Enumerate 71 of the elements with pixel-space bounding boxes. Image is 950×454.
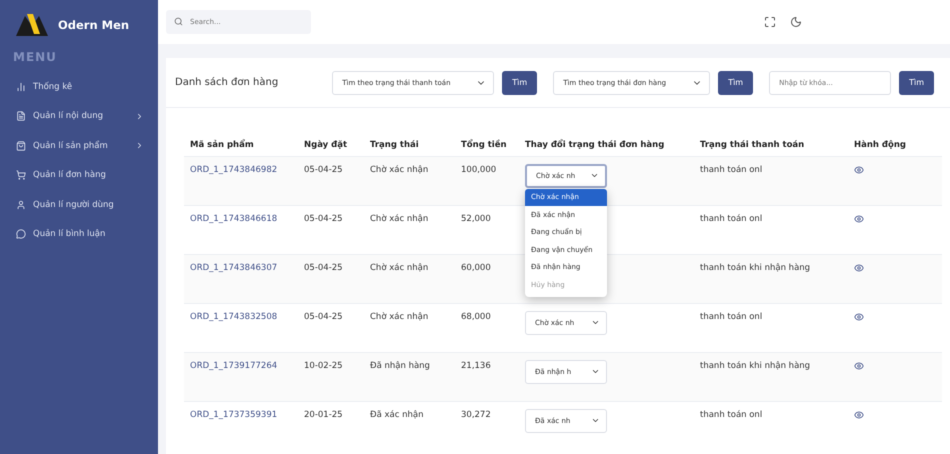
cart-icon — [16, 170, 26, 180]
table-cell: Chờ xác nhận — [364, 205, 455, 254]
table-cell: 20-01-25 — [298, 401, 364, 450]
table-cell: 05-04-25 — [298, 254, 364, 303]
column-header: Ngày đặt — [298, 132, 364, 156]
chevron-right-icon — [135, 112, 144, 121]
table-cell: thanh toán khi nhận hàng — [694, 352, 848, 401]
order-code-link[interactable]: ORD_1_1739177264 — [190, 360, 278, 370]
table-cell: 10-02-25 — [298, 352, 364, 401]
table-cell: thanh toán onl — [694, 205, 848, 254]
chevron-down-icon — [591, 416, 600, 425]
order-code-link[interactable]: ORD_1_1743832508 — [190, 312, 278, 322]
table-cell: 05-04-25 — [298, 156, 364, 205]
chat-icon — [16, 229, 26, 240]
column-header: Tổng tiền — [455, 132, 519, 156]
bag-icon — [16, 140, 26, 151]
search-button[interactable]: Tìm — [718, 70, 754, 94]
card-title: Danh sách đơn hàng — [175, 77, 278, 88]
table-cell: 60,000 — [455, 254, 519, 303]
menu-heading: MENU — [12, 49, 58, 66]
search-button[interactable]: Tìm — [502, 70, 538, 94]
view-icon[interactable] — [854, 312, 864, 322]
column-header: Hành động — [848, 132, 942, 156]
view-icon[interactable] — [854, 164, 864, 174]
order-code-link[interactable]: ORD_1_1743846618 — [190, 214, 278, 224]
table-cell: Chờ xác nhận — [364, 254, 455, 303]
sidebar-item[interactable]: Quản lí người dùng — [0, 190, 158, 220]
table-cell: thanh toán onl — [694, 156, 848, 205]
logo-icon — [16, 12, 48, 38]
table-cell: Đã xác nhận — [364, 401, 455, 450]
sidebar-item[interactable]: Quản lí sản phẩm — [0, 131, 158, 160]
table-cell: 21,136 — [455, 352, 519, 401]
column-header: Thay đổi trạng thái đơn hàng — [519, 132, 694, 156]
sidebar-item[interactable]: Thống kê — [0, 72, 158, 102]
table-cell: Chờ xác nhận — [364, 303, 455, 352]
table-cell: 30,272 — [455, 401, 519, 450]
sidebar-item[interactable]: Quản lí nội dung — [0, 102, 158, 131]
search-button[interactable]: Tìm — [899, 70, 934, 94]
table-cell: 05-04-25 — [298, 205, 364, 254]
sidebar-item[interactable]: Quản lí bình luận — [0, 220, 158, 249]
table-cell: 100,000 — [455, 156, 519, 205]
order-code-link[interactable]: ORD_1_1737359391 — [190, 410, 278, 420]
table-cell: thanh toán khi nhận hàng — [694, 254, 848, 303]
order-code-link[interactable]: ORD_1_1743846982 — [190, 164, 278, 174]
table-cell: thanh toán onl — [694, 303, 848, 352]
chevron-right-icon — [135, 141, 144, 150]
view-icon[interactable] — [854, 214, 864, 224]
table-cell: Chờ xác nhận — [364, 156, 455, 205]
table-cell: 68,000 — [455, 303, 519, 352]
table-cell: 05-04-25 — [298, 303, 364, 352]
column-header: Trạng thái thanh toán — [694, 132, 848, 156]
bar-chart-icon — [16, 82, 26, 92]
sidebar-item[interactable]: Quản lí đơn hàng — [0, 160, 158, 190]
table-cell: Đã nhận hàng — [364, 352, 455, 401]
order-code-link[interactable]: ORD_1_1743846307 — [190, 262, 278, 272]
user-icon — [16, 200, 26, 210]
view-icon[interactable] — [854, 360, 864, 370]
document-icon — [16, 111, 26, 122]
chevron-down-icon — [591, 318, 600, 327]
moon-icon[interactable] — [790, 16, 802, 28]
chevron-down-icon — [590, 171, 599, 180]
column-header: Mã sản phẩm — [184, 132, 298, 156]
table-cell: 52,000 — [455, 205, 519, 254]
column-header: Trạng thái — [364, 132, 455, 156]
view-icon[interactable] — [854, 262, 864, 272]
view-icon[interactable] — [854, 410, 864, 420]
search-icon — [174, 17, 183, 26]
chevron-down-icon — [591, 367, 600, 376]
brand-name: Odern Men — [58, 18, 130, 32]
fullscreen-icon[interactable] — [764, 16, 776, 28]
table-cell: thanh toán onl — [694, 401, 848, 450]
